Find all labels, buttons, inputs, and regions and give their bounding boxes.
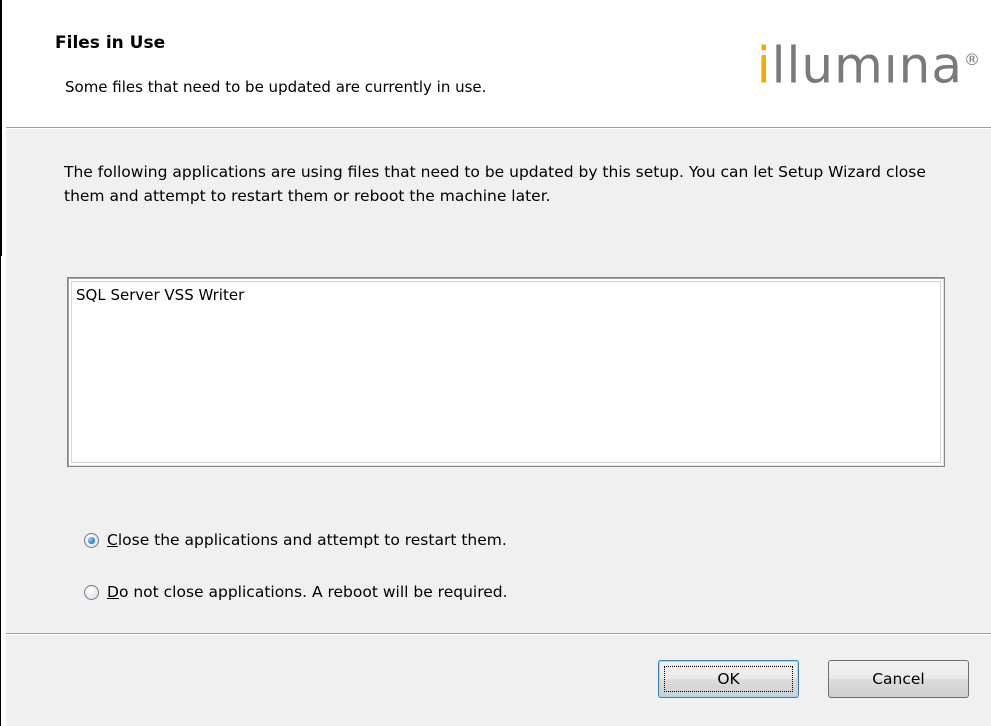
mnemonic-d: D bbox=[107, 583, 119, 601]
edge-line-upper bbox=[0, 0, 2, 256]
dialog-title: Files in Use bbox=[55, 33, 166, 53]
description-text: The following applications are using fil… bbox=[64, 163, 926, 205]
cancel-button-label: Cancel bbox=[872, 670, 925, 688]
option-close-label-rest: lose the applications and attempt to res… bbox=[117, 531, 507, 549]
option-close-applications[interactable]: Close the applications and attempt to re… bbox=[84, 528, 507, 552]
list-item-application[interactable]: SQL Server VSS Writer bbox=[76, 286, 244, 304]
mnemonic-c: C bbox=[107, 531, 118, 549]
ok-button-label: OK bbox=[717, 670, 740, 688]
radio-do-not-close[interactable] bbox=[84, 584, 99, 600]
cancel-button[interactable]: Cancel bbox=[828, 660, 969, 698]
option-close-label: Close the applications and attempt to re… bbox=[107, 531, 507, 549]
applications-listbox[interactable]: SQL Server VSS Writer bbox=[67, 277, 945, 467]
logo-registered-mark: ® bbox=[964, 50, 981, 69]
listbox-inner-border bbox=[71, 281, 941, 463]
option-do-not-close-label: Do not close applications. A reboot will… bbox=[107, 583, 508, 601]
edge-line-lower bbox=[0, 256, 1, 726]
option-do-not-close[interactable]: Do not close applications. A reboot will… bbox=[84, 580, 508, 604]
content-panel: The following applications are using fil… bbox=[6, 129, 991, 634]
radio-close-applications[interactable] bbox=[84, 532, 99, 548]
button-bar: OK Cancel bbox=[6, 635, 991, 726]
ok-button[interactable]: OK bbox=[658, 660, 799, 698]
illumina-logo: illumına® bbox=[757, 30, 981, 96]
header-banner: Files in Use Some files that need to be … bbox=[6, 0, 991, 128]
logo-letter-i: i bbox=[756, 36, 772, 95]
option-do-not-close-label-rest: o not close applications. A reboot will … bbox=[118, 583, 508, 601]
logo-text: llumına bbox=[771, 36, 963, 95]
dialog-subtitle: Some files that need to be updated are c… bbox=[65, 78, 487, 96]
